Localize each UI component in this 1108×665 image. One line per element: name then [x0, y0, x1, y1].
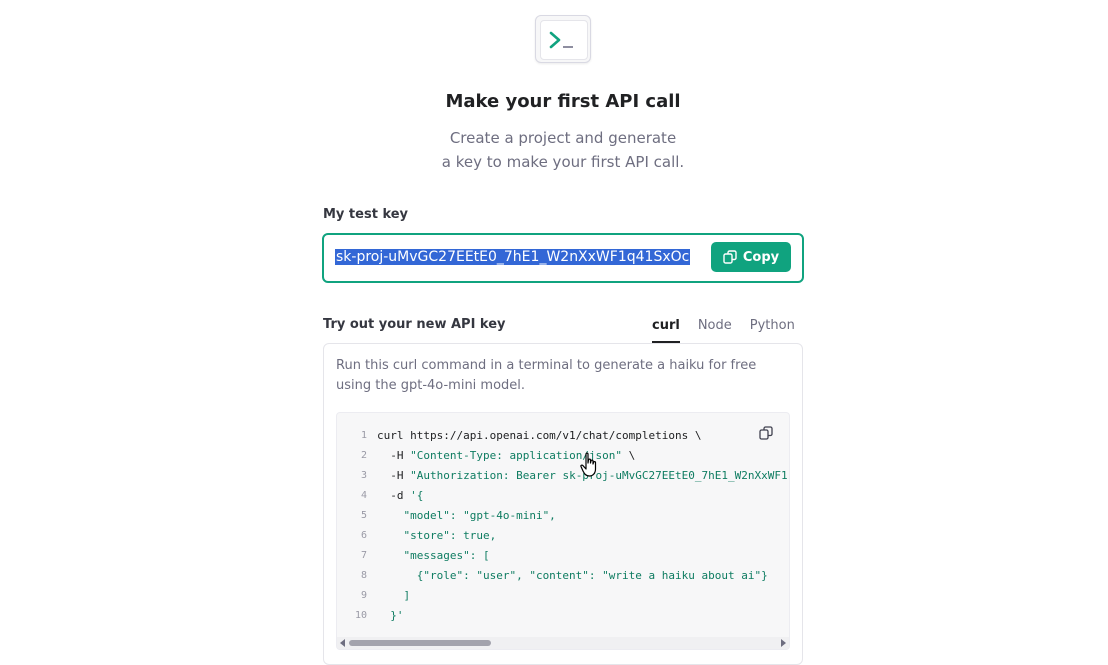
copy-icon: [759, 426, 773, 440]
tab-python[interactable]: Python: [750, 318, 795, 343]
code-string: ]: [377, 589, 411, 602]
subtitle-line-1: Create a project and generate: [449, 129, 677, 147]
subtitle-line-2: a key to make your first API call.: [441, 153, 685, 171]
terminal-icon: [549, 31, 573, 49]
code-string: "model": "gpt-4o-mini",: [377, 509, 556, 522]
scrollbar-thumb[interactable]: [349, 640, 491, 646]
line-number: 2: [360, 450, 367, 461]
copy-key-button[interactable]: Copy: [711, 242, 791, 272]
language-tabs: curl Node Python: [652, 318, 813, 343]
scroll-right-arrow-icon[interactable]: [781, 639, 786, 647]
try-out-label: Try out your new API key: [323, 317, 506, 332]
page-title: Make your first API call: [445, 91, 681, 112]
code-text: -H: [377, 449, 411, 462]
code-string: }': [377, 609, 404, 622]
hand-cursor-icon: [580, 452, 597, 477]
test-key-value[interactable]: sk-proj-uMvGC27EEtE0_7hE1_W2nXxWF1q41SxO…: [335, 247, 703, 267]
page-subtitle: Create a project and generate a key to m…: [0, 126, 1108, 174]
line-number: 10: [354, 610, 367, 621]
code-description: Run this curl command in a terminal to g…: [336, 358, 757, 393]
code-text: -d: [377, 489, 411, 502]
line-number: 6: [360, 530, 367, 541]
code-string: {"role": "user", "content": "write a hai…: [377, 569, 768, 582]
line-number: 3: [360, 470, 367, 481]
horizontal-scrollbar[interactable]: [337, 637, 789, 649]
code-line: 7 "messages": [: [337, 546, 789, 566]
code-line: 5 "model": "gpt-4o-mini",: [337, 506, 789, 526]
code-text-tail: \: [622, 449, 636, 462]
code-line: 8 {"role": "user", "content": "write a h…: [337, 566, 789, 586]
code-line: 10 }': [337, 606, 789, 626]
code-line: 9 ]: [337, 586, 789, 606]
line-number: 5: [360, 510, 367, 521]
code-line: 1 curl https://api.openai.com/v1/chat/com…: [337, 426, 789, 446]
tab-curl[interactable]: curl: [652, 318, 680, 343]
line-number: 4: [360, 490, 367, 501]
test-key-field[interactable]: sk-proj-uMvGC27EEtE0_7hE1_W2nXxWF1q41SxO…: [322, 233, 804, 283]
test-key-label: My test key: [323, 207, 409, 222]
copy-button-label: Copy: [742, 249, 780, 265]
copy-code-button[interactable]: [759, 425, 777, 443]
code-line: 6 "store": true,: [337, 526, 789, 546]
code-text: curl https://api.openai.com/v1/chat/comp…: [377, 429, 702, 442]
code-text: -H: [377, 469, 411, 482]
code-lines: 1 curl https://api.openai.com/v1/chat/com…: [337, 426, 789, 626]
code-string: '{: [410, 489, 424, 502]
terminal-badge: [535, 15, 591, 63]
line-number: 8: [360, 570, 367, 581]
code-string: "messages": [: [377, 549, 490, 562]
code-line: 2 -H "Content-Type: application/json" \: [337, 446, 789, 466]
line-number: 1: [360, 430, 367, 441]
code-sample-card: Run this curl command in a terminal to g…: [323, 343, 803, 665]
code-line: 3 -H "Authorization: Bearer sk-proj-uMvG…: [337, 466, 789, 486]
tab-node[interactable]: Node: [698, 318, 732, 343]
code-line: 4 -d '{: [337, 486, 789, 506]
copy-icon: [723, 250, 737, 264]
test-key-selected-text[interactable]: sk-proj-uMvGC27EEtE0_7hE1_W2nXxWF1q41SxO…: [335, 249, 691, 265]
line-number: 9: [360, 590, 367, 601]
code-block[interactable]: 1 curl https://api.openai.com/v1/chat/com…: [336, 412, 790, 650]
line-number: 7: [360, 550, 367, 561]
code-string: "store": true,: [377, 529, 497, 542]
scroll-left-arrow-icon[interactable]: [340, 639, 345, 647]
